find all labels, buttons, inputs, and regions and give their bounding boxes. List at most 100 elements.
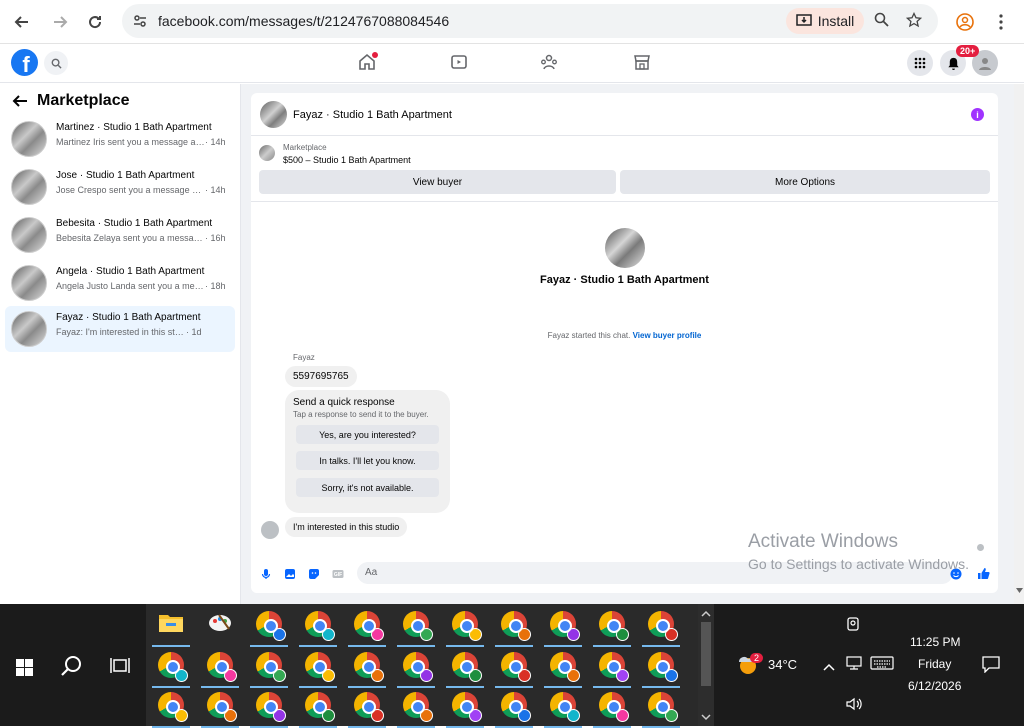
facebook-logo-icon[interactable]: f [11,49,38,76]
home-icon[interactable] [358,52,378,73]
conversation-item[interactable]: Martinez · Studio 1 Bath Apartment Marti… [5,116,235,162]
chrome-profile-icon[interactable] [250,652,288,688]
sticker-icon[interactable] [308,567,320,579]
install-button[interactable]: Install [786,8,864,34]
bookmark-star-icon[interactable] [905,11,923,33]
chrome-profile-icon[interactable] [495,692,533,728]
clock-day[interactable]: Friday [918,657,951,671]
chrome-profile-icon[interactable] [299,611,337,647]
conversation-item[interactable]: Angela · Studio 1 Bath Apartment Angela … [5,260,235,306]
task-view-icon[interactable] [110,657,130,680]
zoom-icon[interactable] [874,12,890,33]
forward-arrow-icon[interactable] [48,10,72,34]
notification-center-icon[interactable] [982,656,1000,678]
chrome-profile-icon[interactable] [495,611,533,647]
chrome-profile-icon[interactable] [495,652,533,688]
page-scrollbar[interactable] [1014,84,1024,604]
taskbar-scroll-thumb[interactable] [701,622,711,686]
microphone-icon[interactable] [260,567,272,579]
photo-icon[interactable] [284,567,296,579]
back-arrow-icon[interactable] [12,94,28,113]
running-indicator [348,686,386,688]
chrome-profile-icon[interactable] [446,692,484,728]
chrome-profile-icon[interactable] [544,652,582,688]
conversation-time: · 18h [205,281,226,291]
chrome-profile-icon[interactable] [593,611,631,647]
chrome-profile-icon[interactable] [593,652,631,688]
conversation-preview: Martinez Iris sent you a message abo... [56,137,206,147]
view-buyer-button[interactable]: View buyer [259,170,616,194]
info-icon[interactable]: i [971,108,984,121]
chrome-profile-icon[interactable] [348,692,386,728]
file-explorer-icon[interactable] [152,611,190,647]
chat-header-thumbnail[interactable] [260,101,287,128]
chrome-profile-icon[interactable] [446,611,484,647]
chrome-profile-icon[interactable] [348,652,386,688]
chrome-profile-icon[interactable] [152,692,190,728]
more-options-label: More Options [774,176,836,188]
facebook-search-icon[interactable] [44,51,68,75]
chrome-profile-icon[interactable] [642,652,680,688]
chrome-profile-icon[interactable] [250,692,288,728]
video-icon[interactable] [450,53,470,73]
back-arrow-icon[interactable] [10,10,34,34]
chrome-profile-icon[interactable] [544,611,582,647]
site-settings-icon[interactable] [132,13,148,34]
chat-listing-thumbnail[interactable] [605,228,645,268]
chrome-profile-icon[interactable] [201,652,239,688]
quick-response-button[interactable]: Sorry, it's not available. [296,478,439,497]
quick-response-button[interactable]: Yes, are you interested? [296,425,439,444]
groups-icon[interactable] [540,53,560,73]
search-icon[interactable] [61,655,83,682]
view-buyer-profile-link[interactable]: View buyer profile [633,331,702,340]
scroll-down-arrow-icon[interactable] [1016,588,1023,594]
chrome-profile-icon[interactable] [299,652,337,688]
thumbs-up-icon[interactable] [977,567,990,579]
reload-icon[interactable] [83,10,107,34]
chrome-profile-icon[interactable] [152,652,190,688]
show-hidden-icons-chevron-icon[interactable] [823,658,835,676]
chrome-profile-icon[interactable] [397,692,435,728]
chrome-profile-icon[interactable] [593,692,631,728]
browser-menu-icon[interactable] [989,10,1013,34]
sidebar-title: Marketplace [37,92,130,109]
marketplace-icon[interactable] [633,53,653,73]
chat-header-title[interactable]: Fayaz · Studio 1 Bath Apartment [293,109,452,121]
paint-icon[interactable] [207,611,233,637]
chrome-profile-icon[interactable] [397,652,435,688]
conversation-item[interactable]: Jose · Studio 1 Bath Apartment Jose Cres… [5,164,235,210]
more-options-button[interactable]: More Options [620,170,990,194]
clock-time[interactable]: 11:25 PM [910,635,960,649]
chrome-icon [354,611,384,641]
chrome-profile-icon[interactable] [642,692,680,728]
listing-price-title[interactable]: $500 – Studio 1 Bath Apartment [283,155,411,165]
chevron-down-icon[interactable] [701,714,711,721]
chrome-profile-icon[interactable] [642,611,680,647]
chrome-profile-icon[interactable] [250,611,288,647]
conversation-item[interactable]: Bebesita · Studio 1 Bath Apartment Bebes… [5,212,235,258]
chrome-profile-icon[interactable] [348,611,386,647]
chrome-profile-icon[interactable] [201,692,239,728]
chrome-profile-icon[interactable] [446,652,484,688]
chrome-profile-icon[interactable] [397,611,435,647]
profile-badge-icon [175,709,188,722]
url-text[interactable]: facebook.com/messages/t/2124767088084546 [158,13,449,29]
profile-icon[interactable] [953,10,977,34]
network-icon[interactable] [846,656,862,675]
taskbar-scrollbar[interactable] [698,604,714,726]
windows-start-icon[interactable] [16,659,33,681]
message-text: I'm interested in this studio [293,522,400,532]
address-bar[interactable]: facebook.com/messages/t/2124767088084546… [122,4,938,38]
chrome-profile-icon[interactable] [299,692,337,728]
meet-now-icon[interactable] [846,616,860,637]
gif-icon[interactable]: GIF [332,567,344,579]
quick-response-button[interactable]: In talks. I'll let you know. [296,451,439,470]
clock-date[interactable]: 6/12/2026 [908,679,961,693]
temperature[interactable]: 34°C [768,657,797,672]
conversation-item-active[interactable]: Fayaz · Studio 1 Bath Apartment Fayaz: I… [5,306,235,352]
chrome-profile-icon[interactable] [544,692,582,728]
menu-grid-icon[interactable] [907,50,933,76]
keyboard-icon[interactable] [870,656,894,675]
volume-icon[interactable] [846,697,862,716]
chevron-up-icon[interactable] [701,610,711,617]
